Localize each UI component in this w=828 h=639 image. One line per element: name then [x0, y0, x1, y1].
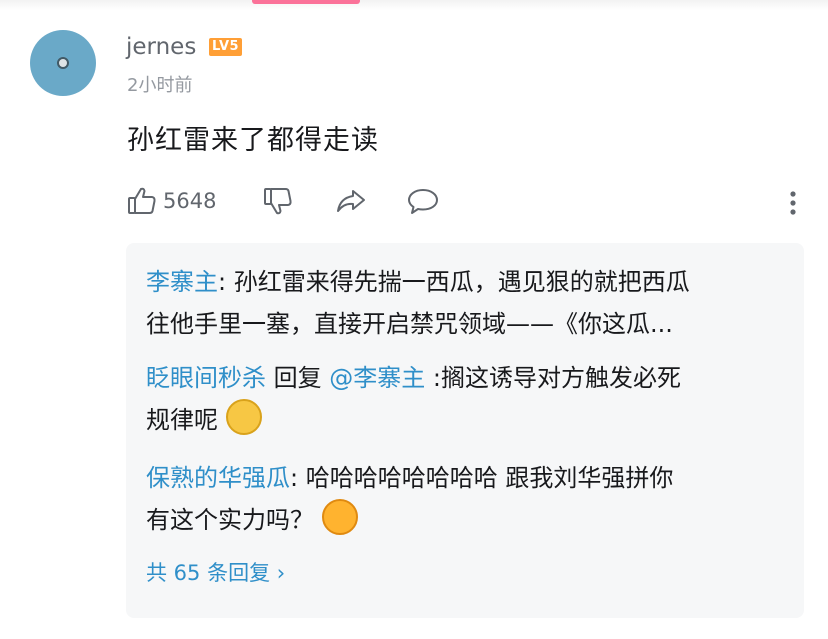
sub-reply-line: 李寨主: 孙红雷来得先揣一西瓜，遇见狠的就把西瓜 — [146, 261, 786, 303]
sub-reply-line: 保熟的华强瓜: 哈哈哈哈哈哈哈哈 跟我刘华强拼你 — [146, 457, 786, 499]
reply-button[interactable] — [407, 186, 439, 216]
comment-actions: 5648 — [127, 184, 807, 224]
thumb-down-icon — [263, 186, 293, 216]
mention-link[interactable]: @李寨主 — [329, 364, 425, 392]
reply-text-cont: 规律呢 — [146, 406, 218, 434]
username[interactable]: jernes — [126, 33, 196, 61]
sub-reply[interactable]: 眨眼间秒杀 回复 @李寨主 :搁这诱导对方触发必死 规律呢 — [146, 357, 786, 441]
reply-word: 回复 — [266, 364, 330, 392]
comment-time: 2小时前 — [127, 75, 193, 96]
comment-icon — [407, 186, 439, 216]
top-shade — [0, 0, 828, 10]
view-all-replies[interactable]: 共 65 条回复 › — [146, 558, 285, 588]
sub-reply-line: 眨眼间秒杀 回复 @李寨主 :搁这诱导对方触发必死 — [146, 357, 786, 399]
dislike-button[interactable] — [263, 186, 293, 216]
reply-text: :搁这诱导对方触发必死 — [425, 364, 681, 392]
sub-reply[interactable]: 李寨主: 孙红雷来得先揣一西瓜，遇见狠的就把西瓜 往他手里一塞，直接开启禁咒领域… — [146, 261, 786, 345]
laugh-emoji-icon — [321, 499, 358, 535]
level-badge: LV5 — [209, 38, 243, 56]
reply-text-cont: 有这个实力吗？ — [146, 506, 314, 534]
sub-reply-line-2: 规律呢 — [146, 399, 786, 441]
tab-indicator — [252, 0, 360, 4]
share-button[interactable] — [335, 186, 367, 216]
reply-username[interactable]: 李寨主 — [146, 268, 218, 296]
cat-emoji-icon — [225, 399, 262, 435]
reply-text-cont: 往他手里一塞，直接开启禁咒领域——《你这瓜... — [146, 310, 673, 338]
sub-reply[interactable]: 保熟的华强瓜: 哈哈哈哈哈哈哈哈 跟我刘华强拼你 有这个实力吗？ — [146, 457, 786, 541]
comment-text: 孙红雷来了都得走读 — [127, 125, 379, 156]
reply-username[interactable]: 保熟的华强瓜 — [146, 464, 290, 492]
avatar-image — [57, 57, 69, 69]
thumb-up-icon — [127, 186, 157, 216]
more-button[interactable] — [783, 190, 803, 218]
reply-text: : 哈哈哈哈哈哈哈哈 跟我刘华强拼你 — [290, 464, 674, 492]
replies-box: 李寨主: 孙红雷来得先揣一西瓜，遇见狠的就把西瓜 往他手里一塞，直接开启禁咒领域… — [126, 243, 804, 618]
avatar[interactable] — [30, 30, 96, 96]
reply-username[interactable]: 眨眼间秒杀 — [146, 364, 266, 392]
like-button[interactable]: 5648 — [127, 186, 216, 216]
like-count: 5648 — [163, 189, 217, 213]
more-vertical-icon — [783, 190, 803, 218]
share-icon — [335, 186, 367, 216]
sub-reply-line-2: 有这个实力吗？ — [146, 499, 786, 541]
reply-text: : 孙红雷来得先揣一西瓜，遇见狠的就把西瓜 — [218, 268, 690, 296]
